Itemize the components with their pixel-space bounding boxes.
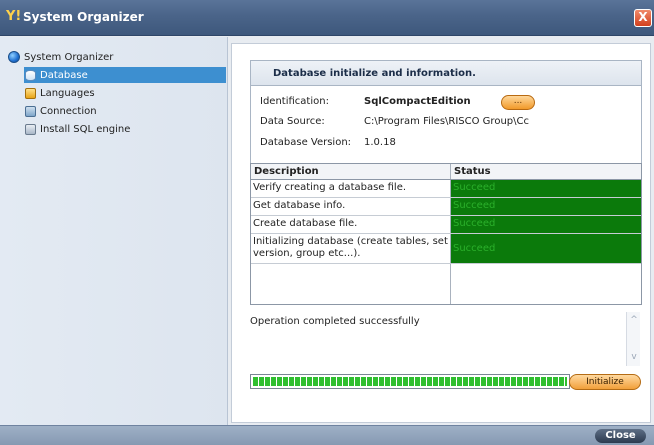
sidebar-item-label: Connection: [40, 105, 97, 117]
progress-fill: [253, 377, 567, 386]
app-icon: Y!: [6, 9, 22, 24]
data-source-value: C:\Program Files\RISCO Group\Cc: [364, 116, 529, 127]
table-row[interactable]: Get database info. Succeed: [251, 198, 641, 216]
data-source-label: Data Source:: [260, 116, 325, 127]
row-status: Succeed: [451, 180, 641, 197]
table-row[interactable]: Create database file. Succeed: [251, 216, 641, 234]
database-panel: Database initialize and information. Ide…: [231, 43, 651, 423]
sidebar-root-label: System Organizer: [24, 51, 114, 63]
close-button[interactable]: Close: [595, 429, 646, 443]
row-status: Succeed: [451, 234, 641, 263]
operation-message: Operation completed successfully: [250, 316, 420, 327]
version-value: 1.0.18: [364, 137, 396, 148]
row-status: Succeed: [451, 198, 641, 215]
row-description: Initializing database (create tables, se…: [251, 234, 451, 263]
table-row[interactable]: Initializing database (create tables, se…: [251, 234, 641, 264]
identification-value: SqlCompactEdition: [364, 96, 471, 107]
status-table: Description Status Verify creating a dat…: [250, 163, 642, 305]
window-close-button[interactable]: X: [634, 9, 652, 27]
window-title: System Organizer: [23, 10, 144, 24]
progress-bar: [250, 374, 570, 389]
sidebar-item-database[interactable]: Database: [24, 67, 226, 83]
title-bar: Y! System Organizer X: [0, 0, 654, 36]
close-icon: X: [638, 10, 648, 24]
install-sql-icon: [25, 123, 36, 135]
info-header: Database initialize and information.: [251, 61, 641, 86]
browse-button[interactable]: ...: [501, 95, 535, 110]
sidebar-item-label: Install SQL engine: [40, 123, 131, 135]
sidebar-item-label: Database: [40, 69, 88, 81]
initialize-button[interactable]: Initialize: [569, 374, 641, 390]
sidebar-item-install-sql-engine[interactable]: Install SQL engine: [24, 121, 226, 137]
row-description: Get database info.: [251, 198, 451, 215]
row-status: Succeed: [451, 216, 641, 233]
globe-icon: [8, 51, 20, 63]
database-icon: [25, 69, 36, 81]
scroll-down-icon[interactable]: v: [628, 352, 640, 362]
sidebar-item-languages[interactable]: Languages: [24, 85, 226, 101]
connection-icon: [25, 105, 36, 117]
column-header-status[interactable]: Status: [451, 164, 641, 179]
identification-label: Identification:: [260, 96, 329, 107]
table-header: Description Status: [251, 164, 641, 180]
scroll-up-icon[interactable]: ^: [628, 315, 640, 325]
table-row[interactable]: Verify creating a database file. Succeed: [251, 180, 641, 198]
sidebar-item-connection[interactable]: Connection: [24, 103, 226, 119]
version-label: Database Version:: [260, 137, 352, 148]
sidebar-root[interactable]: System Organizer: [8, 50, 113, 64]
languages-icon: [25, 87, 36, 99]
sidebar: System Organizer Database Languages Conn…: [0, 37, 228, 425]
sidebar-item-label: Languages: [40, 87, 95, 99]
column-header-description[interactable]: Description: [251, 164, 451, 179]
empty-status-cell: [451, 264, 641, 304]
message-scrollbar[interactable]: ^ v: [626, 312, 640, 366]
row-description: Verify creating a database file.: [251, 180, 451, 197]
row-description: Create database file.: [251, 216, 451, 233]
table-empty-area: [251, 264, 641, 304]
footer-bar: Close: [0, 425, 654, 445]
empty-description-cell: [251, 264, 451, 304]
